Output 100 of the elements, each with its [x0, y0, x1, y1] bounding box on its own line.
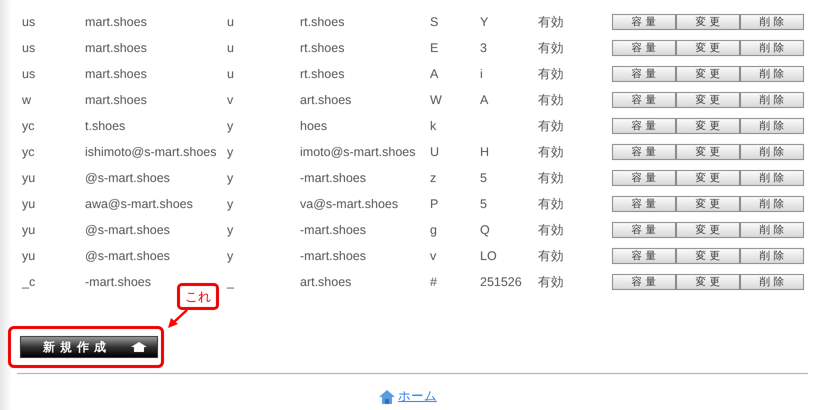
table-cell: Y [480, 15, 488, 29]
row-action-button[interactable]: 削 除 [740, 40, 804, 56]
row-action-button[interactable]: 容 量 [612, 170, 676, 186]
table-cell-text: mart.shoes [85, 67, 148, 81]
row-action-button[interactable]: 削 除 [740, 170, 804, 186]
table-cell-text: E [430, 41, 440, 55]
table-cell-text: rt.shoes [300, 41, 346, 55]
table-cell-text: yu [22, 249, 36, 263]
table-cell-text: us [22, 41, 36, 55]
row-action-button[interactable]: 削 除 [740, 66, 804, 82]
table-cell-text: us [22, 67, 36, 81]
row-action-button[interactable]: 削 除 [740, 274, 804, 290]
table-cell: H [480, 145, 490, 159]
row-action-button[interactable]: 容 量 [612, 66, 676, 82]
row-action-button[interactable]: 変 更 [676, 222, 740, 238]
table-cell-text: @s-mart.shoes [85, 223, 171, 237]
status-cell-text: 有効 [538, 222, 565, 238]
table-cell-text: us [22, 15, 36, 29]
row-action-button[interactable]: 変 更 [676, 274, 740, 290]
table-cell-text: mart.shoes [85, 93, 148, 107]
table-cell-text: rt.shoes [300, 15, 346, 29]
table-cell-text: y [227, 223, 234, 237]
row-action-button[interactable]: 削 除 [740, 222, 804, 238]
row-action-button[interactable]: 変 更 [676, 196, 740, 212]
row-action-button[interactable]: 削 除 [740, 92, 804, 108]
row-action-button[interactable]: 変 更 [676, 170, 740, 186]
table-cell-text: y [227, 145, 234, 159]
table-cell-text: z [430, 171, 438, 185]
row-action-button[interactable]: 削 除 [740, 14, 804, 30]
table-cell-text: y [227, 119, 234, 133]
row-action-button[interactable]: 変 更 [676, 40, 740, 56]
row-action-button[interactable]: 変 更 [676, 248, 740, 264]
table-cell-text: mart.shoes [85, 41, 148, 55]
table-cell-text: imoto@s-mart.shoes [300, 145, 416, 159]
row-action-button[interactable]: 削 除 [740, 196, 804, 212]
row-action-button[interactable]: 容 量 [612, 248, 676, 264]
table-cell-text: A [430, 67, 440, 81]
annotation-label: これ [177, 283, 219, 310]
status-cell-text: 有効 [538, 196, 565, 212]
row-action-button[interactable]: 削 除 [740, 144, 804, 160]
status-cell-text: 有効 [538, 92, 565, 108]
table-cell-text: -mart.shoes [85, 275, 152, 289]
table-cell-text: v [227, 93, 234, 107]
home-link[interactable]: ホーム [378, 388, 437, 405]
table-cell: i [480, 67, 483, 81]
status-cell-text: 有効 [538, 170, 565, 186]
row-action-button[interactable]: 容 量 [612, 222, 676, 238]
table-cell-text: va@s-mart.shoes [300, 197, 400, 211]
row-action-button[interactable]: 変 更 [676, 14, 740, 30]
row-action-button[interactable]: 変 更 [676, 66, 740, 82]
status-cell-text: 有効 [538, 14, 565, 30]
table-cell-text: yu [22, 223, 36, 237]
table-cell-text: @s-mart.shoes [85, 171, 171, 185]
house-icon [378, 388, 396, 404]
annotation-arrow [167, 309, 189, 329]
table-cell-text: -mart.shoes [300, 249, 367, 263]
table-cell-text: S [430, 15, 440, 29]
table-cell-text: u [227, 15, 235, 29]
table-cell-text: ishimoto@s-mart.shoes [85, 145, 218, 159]
table-cell-text: y [227, 197, 234, 211]
table-cell-text: g [430, 223, 438, 237]
status-cell-text: 有効 [538, 66, 565, 82]
table-cell-text: k [430, 119, 438, 133]
table-cell-text: P [430, 197, 440, 211]
row-action-button[interactable]: 容 量 [612, 40, 676, 56]
table-cell: 5 [480, 171, 487, 185]
table-cell-text: v [430, 249, 438, 263]
table-cell: A [480, 93, 488, 107]
table-cell-text: y [227, 249, 234, 263]
table-cell-text: yc [22, 119, 36, 133]
new-create-button[interactable]: 新規作成 [20, 336, 158, 358]
table-cell: 251526 [480, 275, 522, 289]
table-cell-text: # [430, 275, 438, 289]
table-cell: LO [480, 249, 497, 263]
table-cell-text: mart.shoes [85, 15, 148, 29]
row-action-button[interactable]: 容 量 [612, 92, 676, 108]
row-action-button[interactable]: 変 更 [676, 92, 740, 108]
status-cell-text: 有効 [538, 144, 565, 160]
table-cell-text: W [430, 93, 443, 107]
table-cell-text: art.shoes [300, 275, 352, 289]
table-cell-text: U [430, 145, 440, 159]
row-action-button[interactable]: 削 除 [740, 248, 804, 264]
table-cell-text: yu [22, 197, 36, 211]
row-action-button[interactable]: 変 更 [676, 144, 740, 160]
row-action-button[interactable]: 削 除 [740, 118, 804, 134]
table-cell: 3 [480, 41, 487, 55]
row-action-button[interactable]: 変 更 [676, 118, 740, 134]
table-cell-text: -mart.shoes [300, 223, 367, 237]
house-icon [131, 342, 147, 352]
table-cell-text: @s-mart.shoes [85, 249, 171, 263]
table-cell-text: hoes [300, 119, 328, 133]
status-cell-text: 有効 [538, 274, 565, 290]
row-action-button[interactable]: 容 量 [612, 118, 676, 134]
status-cell-text: 有効 [538, 118, 565, 134]
row-action-button[interactable]: 容 量 [612, 196, 676, 212]
table-cell-text: u [227, 67, 235, 81]
row-action-button[interactable]: 容 量 [612, 274, 676, 290]
table-cell-text: t.shoes [85, 119, 126, 133]
row-action-button[interactable]: 容 量 [612, 14, 676, 30]
row-action-button[interactable]: 容 量 [612, 144, 676, 160]
